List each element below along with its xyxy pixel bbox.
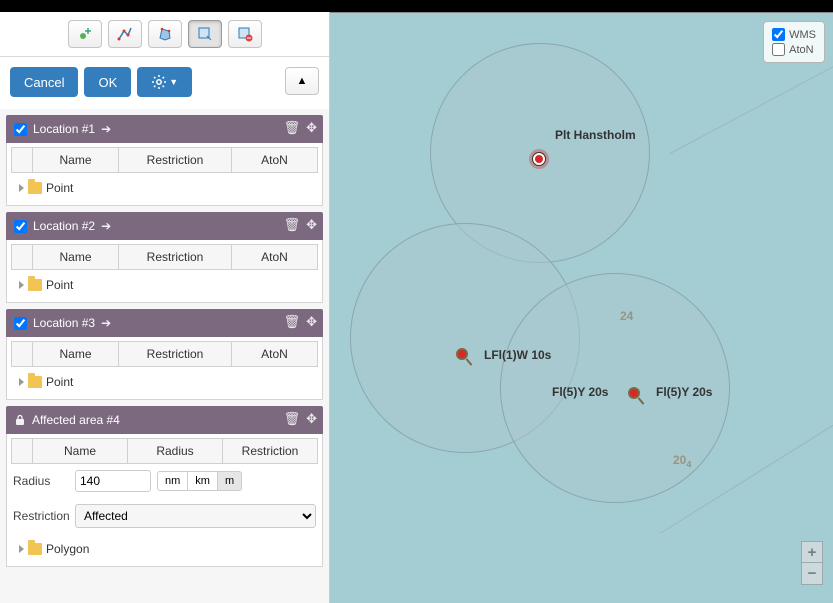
folder-icon bbox=[28, 543, 42, 555]
tree-node[interactable]: Point bbox=[11, 367, 318, 391]
node-type: Point bbox=[46, 278, 73, 292]
col-aton: AtoN bbox=[232, 147, 318, 173]
marker-point[interactable] bbox=[533, 153, 545, 165]
unit-km[interactable]: km bbox=[188, 471, 218, 491]
ok-button[interactable]: OK bbox=[84, 67, 131, 97]
map-label-hanstholm: Plt Hanstholm bbox=[555, 128, 636, 142]
marker-light[interactable] bbox=[456, 348, 470, 362]
expand-icon[interactable] bbox=[19, 378, 24, 386]
move-icon[interactable]: ✥ bbox=[306, 120, 317, 136]
tool-polygon[interactable] bbox=[148, 20, 182, 48]
folder-icon bbox=[28, 376, 42, 388]
section-checkbox[interactable] bbox=[14, 220, 27, 233]
col-name: Name bbox=[33, 147, 119, 173]
marker-light[interactable] bbox=[628, 387, 642, 401]
section-location-3: Location #3 ➔ 🗑 ✥ Name Restriction AtoN bbox=[6, 309, 323, 400]
column-headers: Name Restriction AtoN bbox=[11, 244, 318, 270]
section-title: Location #3 bbox=[33, 316, 95, 330]
settings-button[interactable]: ▼ bbox=[137, 67, 192, 97]
section-header[interactable]: Location #1 ➔ 🗑 ✥ bbox=[6, 115, 323, 143]
radius-label: Radius bbox=[13, 474, 69, 488]
section-title: Location #2 bbox=[33, 219, 95, 233]
trash-icon[interactable]: 🗑 bbox=[284, 217, 301, 233]
zoom-in-button[interactable]: + bbox=[801, 541, 823, 563]
gear-icon bbox=[151, 74, 167, 90]
move-icon[interactable]: ✥ bbox=[306, 411, 317, 427]
folder-icon bbox=[28, 182, 42, 194]
lock-icon bbox=[14, 414, 26, 426]
section-header[interactable]: Location #2 ➔ 🗑 ✥ bbox=[6, 212, 323, 240]
node-type: Point bbox=[46, 181, 73, 195]
layer-wms-label: WMS bbox=[789, 29, 816, 41]
tool-edit-line[interactable] bbox=[108, 20, 142, 48]
caret-down-icon: ▼ bbox=[169, 77, 178, 87]
node-type: Polygon bbox=[46, 542, 89, 556]
tree-node[interactable]: Point bbox=[11, 173, 318, 197]
section-location-1: Location #1 ➔ 🗑 ✥ Name Restriction AtoN bbox=[6, 115, 323, 206]
unit-group: nm km m bbox=[157, 471, 242, 491]
radius-input[interactable] bbox=[75, 470, 151, 492]
unit-nm[interactable]: nm bbox=[157, 471, 188, 491]
restriction-select[interactable]: Affected bbox=[75, 504, 316, 528]
section-header[interactable]: Location #3 ➔ 🗑 ✥ bbox=[6, 309, 323, 337]
column-headers: Name Restriction AtoN bbox=[11, 147, 318, 173]
section-title: Affected area #4 bbox=[32, 413, 120, 427]
section-checkbox[interactable] bbox=[14, 123, 27, 136]
editor-panel: Cancel OK ▼ ▲ Location #1 ➔ 🗑 ✥ bbox=[0, 12, 330, 603]
section-location-2: Location #2 ➔ 🗑 ✥ Name Restriction AtoN bbox=[6, 212, 323, 303]
column-headers: Name Restriction AtoN bbox=[11, 341, 318, 367]
tree-node[interactable]: Polygon bbox=[11, 534, 318, 558]
expand-icon[interactable] bbox=[19, 545, 24, 553]
arrow-right-icon: ➔ bbox=[101, 219, 111, 233]
node-type: Point bbox=[46, 375, 73, 389]
trash-icon[interactable]: 🗑 bbox=[284, 314, 301, 330]
chevron-up-icon: ▲ bbox=[297, 75, 308, 87]
tool-delete-area[interactable] bbox=[228, 20, 262, 48]
trash-icon[interactable]: 🗑 bbox=[284, 411, 301, 427]
layer-wms-checkbox[interactable] bbox=[772, 28, 785, 41]
map-view[interactable]: Plt Hanstholm LFl(1)W 10s Fl(5)Y 20s Fl(… bbox=[330, 12, 833, 603]
column-headers: Name Radius Restriction bbox=[11, 438, 318, 464]
layer-chooser: WMS AtoN bbox=[763, 21, 825, 63]
tool-add-point[interactable] bbox=[68, 20, 102, 48]
depth-sounding: 24 bbox=[620, 309, 633, 323]
zoom-control: + − bbox=[801, 541, 823, 585]
map-label-lfl: LFl(1)W 10s bbox=[484, 348, 551, 362]
action-row: Cancel OK ▼ ▲ bbox=[0, 57, 329, 109]
tree-node[interactable]: Point bbox=[11, 270, 318, 294]
depth-sounding: 204 bbox=[673, 453, 691, 469]
layer-aton-label: AtoN bbox=[789, 44, 813, 56]
tool-affected-area[interactable] bbox=[188, 20, 222, 48]
trash-icon[interactable]: 🗑 bbox=[284, 120, 301, 136]
section-checkbox[interactable] bbox=[14, 317, 27, 330]
folder-icon bbox=[28, 279, 42, 291]
arrow-right-icon: ➔ bbox=[101, 316, 111, 330]
map-label-fl1: Fl(5)Y 20s bbox=[552, 385, 608, 399]
arrow-right-icon: ➔ bbox=[101, 122, 111, 136]
tool-toolbar bbox=[0, 12, 329, 57]
expand-icon[interactable] bbox=[19, 281, 24, 289]
unit-m[interactable]: m bbox=[218, 471, 242, 491]
collapse-panel-button[interactable]: ▲ bbox=[285, 67, 319, 95]
section-header[interactable]: Affected area #4 🗑 ✥ bbox=[6, 406, 323, 434]
move-icon[interactable]: ✥ bbox=[306, 217, 317, 233]
col-restriction: Restriction bbox=[119, 147, 232, 173]
layer-aton-checkbox[interactable] bbox=[772, 43, 785, 56]
section-title: Location #1 bbox=[33, 122, 95, 136]
map-label-fl2: Fl(5)Y 20s bbox=[656, 385, 712, 399]
zoom-out-button[interactable]: − bbox=[801, 563, 823, 585]
section-affected-area: Affected area #4 🗑 ✥ Name Radius Restric… bbox=[6, 406, 323, 567]
expand-icon[interactable] bbox=[19, 184, 24, 192]
restriction-label: Restriction bbox=[13, 509, 69, 523]
cancel-button[interactable]: Cancel bbox=[10, 67, 78, 97]
move-icon[interactable]: ✥ bbox=[306, 314, 317, 330]
